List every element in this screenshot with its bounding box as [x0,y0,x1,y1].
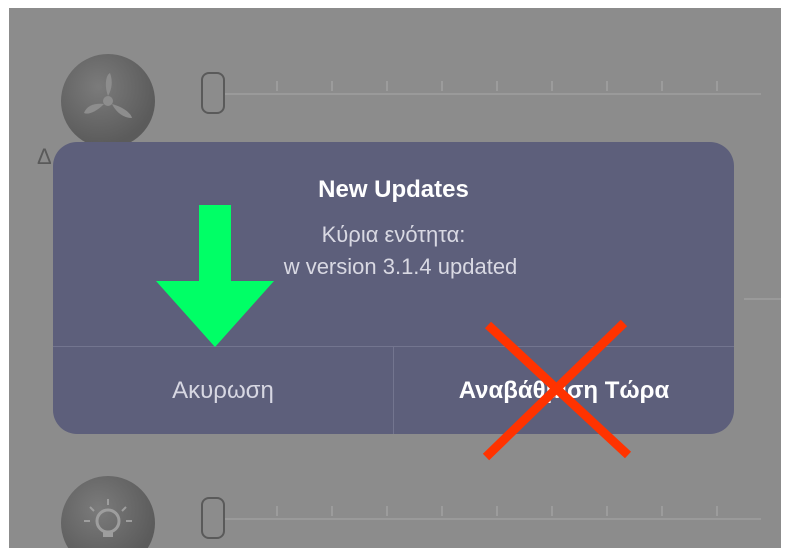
cancel-button[interactable]: Ακυρωση [53,347,394,434]
dialog-title: New Updates [318,176,469,203]
slider-ticks [221,81,761,91]
fan-speed-slider[interactable] [201,71,761,115]
slider-thumb[interactable] [201,72,225,114]
green-down-arrow-icon [156,205,274,347]
red-cross-icon [482,319,632,461]
slider-ticks [221,506,761,516]
slider-track-partial [744,298,781,300]
fan-icon[interactable] [61,54,155,148]
slider-thumb[interactable] [201,497,225,539]
slider-track [201,518,761,520]
slider-track [201,93,761,95]
app-screen: Δ ... New Updates Κύρια ενότητα: w versi… [9,8,781,548]
lightbulb-icon[interactable] [61,476,155,548]
brightness-slider[interactable] [201,496,761,540]
